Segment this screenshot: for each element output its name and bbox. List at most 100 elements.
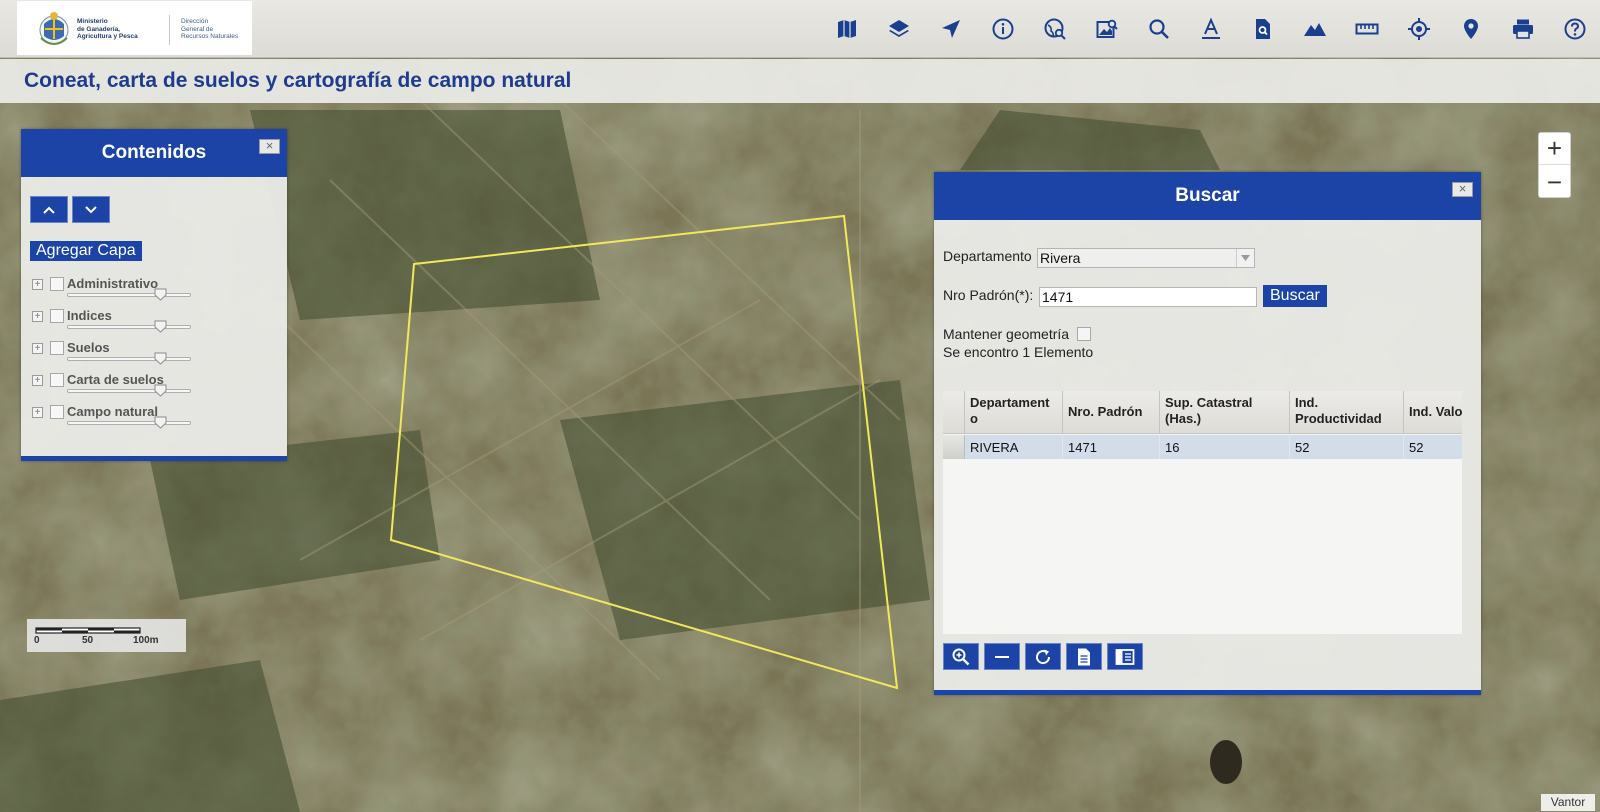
ruler-icon[interactable] <box>1352 14 1382 44</box>
move-layer-down-button[interactable] <box>72 196 110 223</box>
navigate-icon[interactable] <box>936 14 966 44</box>
layer-item: + Suelos <box>32 340 192 372</box>
view-details-button[interactable] <box>1107 643 1143 670</box>
contents-panel-title: Contenidos <box>101 142 207 163</box>
row-selector[interactable] <box>943 435 965 459</box>
search-panel-title: Buscar <box>1175 185 1240 206</box>
logo-divider <box>169 15 170 45</box>
opacity-slider-thumb[interactable] <box>154 288 167 301</box>
table-row[interactable]: RIVERA 1471 16 52 52 <box>943 435 1462 459</box>
table-header: Departament o Nro. Padrón Sup. Catastral… <box>943 391 1462 434</box>
pin-icon[interactable] <box>1456 14 1486 44</box>
print-icon[interactable] <box>1508 14 1538 44</box>
padron-input[interactable]: 1471 <box>1039 287 1257 307</box>
opacity-slider-track[interactable] <box>67 421 191 425</box>
export-document-button[interactable] <box>1066 643 1102 670</box>
close-search-button[interactable]: × <box>1452 182 1473 197</box>
refresh-icon <box>1036 649 1051 664</box>
layer-item: + Administrativo <box>32 276 192 308</box>
padron-label: Nro Padrón(*): <box>943 287 1034 303</box>
expand-icon[interactable]: + <box>32 407 43 418</box>
close-contents-button[interactable]: × <box>259 139 280 154</box>
title-bar: Coneat, carta de suelos y cartografía de… <box>0 59 1600 103</box>
departamento-select[interactable]: Rivera <box>1037 248 1255 268</box>
locate-icon[interactable] <box>1404 14 1434 44</box>
logo-direction-text: Dirección General de Recursos Naturales <box>181 18 239 40</box>
column-header[interactable]: Ind. Valor <box>1404 391 1462 434</box>
opacity-slider-track[interactable] <box>67 325 191 329</box>
layer-checkbox[interactable] <box>50 405 64 419</box>
top-toolbar: Ministerio de Ganadería, Agricultura y P… <box>0 0 1600 58</box>
contents-panel-header[interactable]: Contenidos × <box>21 129 287 177</box>
scale-bar: 0 50 100m <box>27 619 186 652</box>
result-count-text: Se encontro 1 Elemento <box>943 344 1094 360</box>
column-header[interactable]: Nro. Padrón <box>1063 391 1160 434</box>
table-cell: RIVERA <box>965 435 1063 459</box>
expand-icon[interactable]: + <box>32 279 43 290</box>
results-table: Departament o Nro. Padrón Sup. Catastral… <box>943 391 1462 634</box>
layer-checkbox[interactable] <box>50 309 64 323</box>
page-title: Coneat, carta de suelos y cartografía de… <box>24 69 572 92</box>
text-tool-icon[interactable] <box>1196 14 1226 44</box>
layers-icon[interactable] <box>884 14 914 44</box>
contents-panel: Contenidos × Agregar Capa + Administrati… <box>21 129 287 461</box>
opacity-slider-thumb[interactable] <box>154 416 167 429</box>
column-header[interactable]: Sup. Catastral (Has.) <box>1160 391 1290 434</box>
opacity-slider-thumb[interactable] <box>154 352 167 365</box>
departamento-label: Departamento <box>943 248 1032 264</box>
ministry-logo[interactable]: Ministerio de Ganadería, Agricultura y P… <box>17 1 252 55</box>
column-header[interactable]: Ind. Productividad <box>1290 391 1404 434</box>
help-icon[interactable] <box>1560 14 1590 44</box>
terrain-icon[interactable] <box>1300 14 1330 44</box>
scale-bar-graphic <box>35 627 141 634</box>
image-search-icon[interactable] <box>1092 14 1122 44</box>
scale-label: 0 <box>34 635 40 646</box>
search-icon[interactable] <box>1144 14 1174 44</box>
table-cell: 52 <box>1290 435 1404 459</box>
minus-icon <box>995 655 1009 658</box>
column-header[interactable]: Departament o <box>965 391 1063 434</box>
opacity-slider-thumb[interactable] <box>154 320 167 333</box>
table-cell: 1471 <box>1063 435 1160 459</box>
globe-search-icon[interactable] <box>1040 14 1070 44</box>
mantener-geometria-checkbox[interactable] <box>1077 327 1091 341</box>
search-panel-header[interactable]: Buscar × <box>934 172 1481 220</box>
zoom-in-icon <box>952 648 970 665</box>
layer-name: Suelos <box>67 340 110 355</box>
table-cell: 52 <box>1404 435 1462 459</box>
departamento-value: Rivera <box>1040 250 1081 266</box>
move-layer-up-button[interactable] <box>30 196 68 223</box>
chevron-down-icon <box>85 205 97 213</box>
expand-icon[interactable]: + <box>32 311 43 322</box>
layer-item: + Campo natural <box>32 404 192 436</box>
zoom-control: + − <box>1538 132 1571 198</box>
zoom-out-button[interactable]: − <box>1539 166 1570 198</box>
layer-checkbox[interactable] <box>50 341 64 355</box>
remove-result-button[interactable] <box>984 643 1020 670</box>
opacity-slider-track[interactable] <box>67 357 191 361</box>
zoom-to-result-button[interactable] <box>943 643 979 670</box>
table-cell: 16 <box>1160 435 1290 459</box>
layer-checkbox[interactable] <box>50 373 64 387</box>
map-icon[interactable] <box>832 14 862 44</box>
map-attribution[interactable]: Vantor <box>1541 794 1595 811</box>
layer-item: + Carta de suelos <box>32 372 192 404</box>
search-button[interactable]: Buscar <box>1263 285 1327 307</box>
refresh-button[interactable] <box>1025 643 1061 670</box>
layer-name: Administrativo <box>67 276 159 291</box>
zoom-in-button[interactable]: + <box>1539 133 1570 165</box>
layer-name: Indices <box>67 308 112 323</box>
opacity-slider-thumb[interactable] <box>154 384 167 397</box>
layer-name: Campo natural <box>67 404 159 419</box>
opacity-slider-track[interactable] <box>67 293 191 297</box>
expand-icon[interactable]: + <box>32 343 43 354</box>
add-layer-button[interactable]: Agregar Capa <box>30 241 142 261</box>
scale-label: 50 <box>82 635 94 646</box>
document-search-icon[interactable] <box>1248 14 1278 44</box>
info-icon[interactable] <box>988 14 1018 44</box>
chevron-down-icon[interactable] <box>1236 249 1254 267</box>
document-icon <box>1078 648 1090 665</box>
layer-checkbox[interactable] <box>50 277 64 291</box>
opacity-slider-track[interactable] <box>67 389 191 393</box>
expand-icon[interactable]: + <box>32 375 43 386</box>
